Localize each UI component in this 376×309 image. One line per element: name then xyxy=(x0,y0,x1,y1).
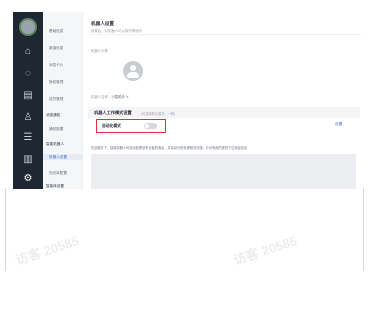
auto-mode-toggle[interactable] xyxy=(144,123,157,129)
page-subtitle: 设置后，对机器人可以操作等操作 xyxy=(91,29,142,33)
section-title: 机器人工作模式设置 xyxy=(94,110,132,115)
robot-name-value: 小智助手 xyxy=(111,95,125,99)
menu-item-message-card[interactable]: 消息卡片 xyxy=(43,62,83,68)
window-border-left xyxy=(5,188,6,271)
work-mode-section-header: 机器人工作模式设置 (可选择默认模式，一种) xyxy=(88,107,360,118)
avatar-head-shape xyxy=(130,65,136,71)
home-icon[interactable]: ⌂ xyxy=(22,46,34,58)
menu-item-robot-settings[interactable]: 机器人设置 xyxy=(43,154,83,160)
menu-group-robot[interactable]: 智能机器人 xyxy=(43,141,83,147)
chart-icon[interactable]: ▥ xyxy=(22,154,34,166)
menu-group-agent[interactable]: 智能体设置 xyxy=(43,183,83,189)
divider xyxy=(89,34,361,35)
page-title: 机器人设置 xyxy=(91,21,114,26)
main-content: 机器人设置 设置后，对机器人可以操作等操作 机器人头像 机器人名称：小智助手✎ … xyxy=(85,12,363,189)
menu-item-notify-config[interactable]: 通知配置 xyxy=(43,126,83,132)
settings-link[interactable]: 设置 xyxy=(335,122,342,127)
menu-group-notify[interactable]: 消息通知 xyxy=(43,112,83,118)
secondary-sidebar: 基础信息 渠道信息 消息卡片 授权管理 成员管理 消息通知 通知配置 智能机器人… xyxy=(43,12,83,189)
avatar-label: 机器人头像 xyxy=(91,49,108,53)
menu-item-auth[interactable]: 授权管理 xyxy=(43,79,83,85)
robot-name-label: 机器人名称： xyxy=(91,95,112,99)
document-icon[interactable]: ▤ xyxy=(22,90,34,102)
section-subtitle: (可选择默认模式，一种) xyxy=(141,112,175,116)
auto-mode-label: 自动化模式 xyxy=(102,124,121,128)
gear-icon[interactable]: ⚙ xyxy=(22,173,34,185)
avatar[interactable] xyxy=(19,18,37,36)
primary-sidebar: ⌂ ◌ ▤ ♙ ☰ ▥ ⚙ xyxy=(13,12,43,189)
menu-item-basic-info[interactable]: 基础信息 xyxy=(43,28,83,34)
mode-description: 在此模式下，智能机器人可自动处理该来访者的消息，并自动分析处理相关问题，针对有用… xyxy=(91,146,248,150)
preview-panel xyxy=(91,154,356,189)
chat-icon[interactable]: ◌ xyxy=(22,68,34,80)
robot-name-row: 机器人名称：小智助手✎ xyxy=(91,94,129,99)
menu-item-channel-info[interactable]: 渠道信息 xyxy=(43,45,83,51)
menu-item-knowledge[interactable]: 知识库配置 xyxy=(43,170,83,176)
toggle-knob xyxy=(145,124,149,128)
menu-item-members[interactable]: 成员管理 xyxy=(43,96,83,102)
list-icon[interactable]: ☰ xyxy=(22,132,34,144)
avatar-body-shape xyxy=(127,72,139,78)
robot-avatar[interactable] xyxy=(123,61,143,81)
auto-mode-option: 自动化模式 xyxy=(96,119,166,133)
edit-icon[interactable]: ✎ xyxy=(126,95,129,99)
window-border-right xyxy=(363,188,364,271)
user-icon[interactable]: ♙ xyxy=(22,112,34,124)
